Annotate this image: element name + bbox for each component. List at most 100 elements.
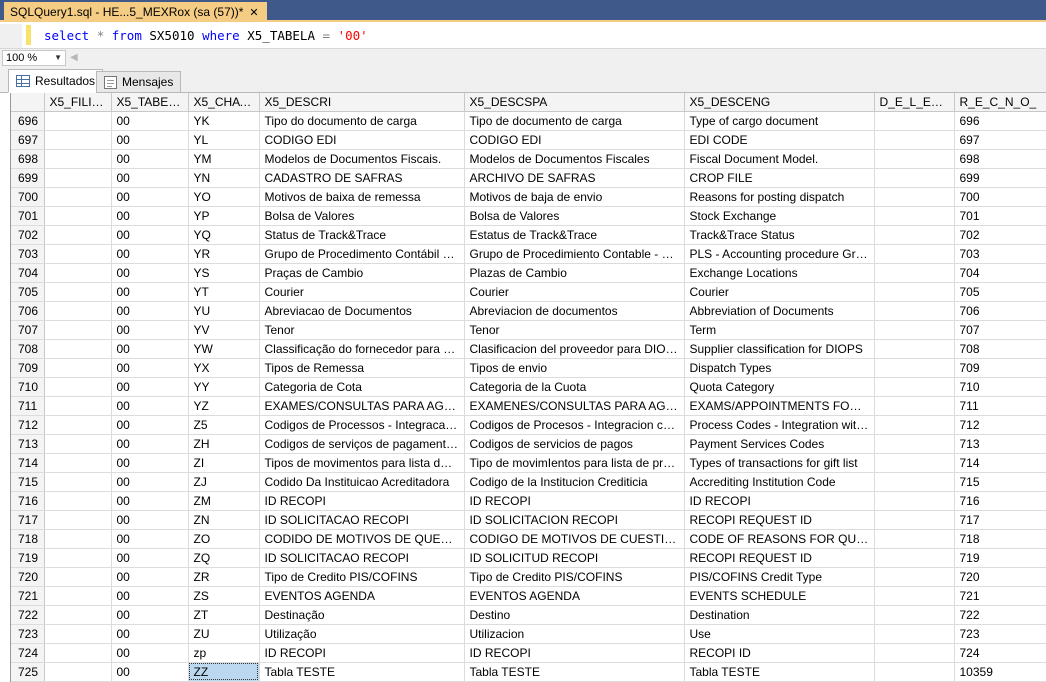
- grid-cell[interactable]: ZQ: [188, 548, 260, 568]
- grid-cell[interactable]: Motivos de baja de envio: [464, 187, 685, 207]
- grid-cell[interactable]: [874, 453, 955, 473]
- grid-cell[interactable]: ID SOLICITACAO RECOPI: [259, 548, 465, 568]
- grid-cell[interactable]: [44, 567, 112, 587]
- table-row[interactable]: 700 00 YO Motivos de baixa de remessa Motivo…: [11, 187, 1046, 207]
- grid-cell[interactable]: 00: [111, 434, 189, 454]
- grid-cell[interactable]: ZU: [188, 624, 260, 644]
- grid-cell[interactable]: [874, 548, 955, 568]
- grid-cell[interactable]: [874, 339, 955, 359]
- grid-cell[interactable]: 722: [954, 605, 1046, 625]
- grid-cell[interactable]: Codigos de servicios de pagos: [464, 434, 685, 454]
- sql-code-line[interactable]: select * from SX5010 where X5_TABELA = '…: [44, 28, 368, 43]
- grid-cell[interactable]: Destino: [464, 605, 685, 625]
- grid-cell[interactable]: YY: [188, 377, 260, 397]
- grid-cell[interactable]: Utilização: [259, 624, 465, 644]
- grid-cell[interactable]: Modelos de Documentos Fiscais.: [259, 149, 465, 169]
- grid-cell[interactable]: [874, 510, 955, 530]
- column-header-x5-descri[interactable]: X5_DESCRI: [259, 93, 465, 112]
- grid-cell[interactable]: 707: [954, 320, 1046, 340]
- grid-cell[interactable]: [874, 415, 955, 435]
- grid-cell[interactable]: 00: [111, 320, 189, 340]
- grid-cell[interactable]: [874, 206, 955, 226]
- grid-cell[interactable]: Tipo de Credito PIS/COFINS: [259, 567, 465, 587]
- grid-cell[interactable]: Courier: [684, 282, 875, 302]
- grid-cell[interactable]: 705: [954, 282, 1046, 302]
- grid-cell[interactable]: YO: [188, 187, 260, 207]
- grid-cell[interactable]: ID RECOPI: [259, 643, 465, 663]
- row-number-cell[interactable]: 715: [11, 472, 45, 492]
- grid-cell[interactable]: Destination: [684, 605, 875, 625]
- grid-cell[interactable]: Process Codes - Integration with Fin...: [684, 415, 875, 435]
- grid-cell[interactable]: CROP FILE: [684, 168, 875, 188]
- grid-cell[interactable]: 718: [954, 529, 1046, 549]
- grid-cell[interactable]: [44, 244, 112, 264]
- grid-cell[interactable]: [44, 491, 112, 511]
- table-row[interactable]: 714 00 ZI Tipos de movimentos para lista de…: [11, 453, 1046, 473]
- grid-cell[interactable]: [44, 472, 112, 492]
- grid-cell[interactable]: Grupo de Procedimento Contábil - PLS: [259, 244, 465, 264]
- grid-cell[interactable]: [44, 225, 112, 245]
- chevron-down-icon[interactable]: ▼: [54, 53, 62, 62]
- grid-cell[interactable]: Tipo de Credito PIS/COFINS: [464, 567, 685, 587]
- grid-cell[interactable]: [44, 453, 112, 473]
- row-number-cell[interactable]: 708: [11, 339, 45, 359]
- table-row[interactable]: 708 00 YW Classificação do fornecedor para …: [11, 339, 1046, 359]
- grid-cell[interactable]: 701: [954, 206, 1046, 226]
- grid-cell[interactable]: 702: [954, 225, 1046, 245]
- table-row[interactable]: 704 00 YS Praças de Cambio Plazas de Cambio E…: [11, 263, 1046, 283]
- grid-cell[interactable]: 00: [111, 548, 189, 568]
- grid-cell[interactable]: [44, 624, 112, 644]
- row-number-cell[interactable]: 696: [11, 111, 45, 131]
- grid-cell[interactable]: [874, 225, 955, 245]
- grid-cell[interactable]: 712: [954, 415, 1046, 435]
- grid-cell[interactable]: CODIGO EDI: [464, 130, 685, 150]
- grid-cell[interactable]: zp: [188, 643, 260, 663]
- grid-cell[interactable]: 719: [954, 548, 1046, 568]
- grid-cell[interactable]: ID SOLICITACION RECOPI: [464, 510, 685, 530]
- table-row[interactable]: 699 00 YN CADASTRO DE SAFRAS ARCHIVO DE SAFR…: [11, 168, 1046, 188]
- grid-cell[interactable]: Modelos de Documentos Fiscales: [464, 149, 685, 169]
- column-header-x5-desceng[interactable]: X5_DESCENG: [684, 93, 875, 112]
- grid-cell[interactable]: RECOPI ID: [684, 643, 875, 663]
- grid-cell[interactable]: ZH: [188, 434, 260, 454]
- grid-cell[interactable]: 703: [954, 244, 1046, 264]
- grid-cell[interactable]: 697: [954, 130, 1046, 150]
- grid-cell[interactable]: YK: [188, 111, 260, 131]
- grid-cell[interactable]: ID SOLICITACAO RECOPI: [259, 510, 465, 530]
- grid-cell[interactable]: 704: [954, 263, 1046, 283]
- grid-cell[interactable]: Quota Category: [684, 377, 875, 397]
- row-number-cell[interactable]: 716: [11, 491, 45, 511]
- grid-cell[interactable]: Track&Trace Status: [684, 225, 875, 245]
- scroll-left-icon[interactable]: ◀: [70, 52, 78, 63]
- grid-cell[interactable]: Abbreviation of Documents: [684, 301, 875, 321]
- grid-cell[interactable]: Bolsa de Valores: [259, 206, 465, 226]
- grid-cell[interactable]: ZJ: [188, 472, 260, 492]
- tab-results[interactable]: Resultados: [8, 69, 104, 93]
- grid-cell[interactable]: [44, 168, 112, 188]
- grid-cell[interactable]: 696: [954, 111, 1046, 131]
- grid-cell[interactable]: 00: [111, 263, 189, 283]
- grid-cell[interactable]: 708: [954, 339, 1046, 359]
- table-row[interactable]: 720 00 ZR Tipo de Credito PIS/COFINS Tipo de…: [11, 567, 1046, 587]
- grid-cell[interactable]: Use: [684, 624, 875, 644]
- grid-cell[interactable]: Abreviacion de documentos: [464, 301, 685, 321]
- grid-cell[interactable]: Classificação do fornecedor para DIO...: [259, 339, 465, 359]
- grid-cell[interactable]: Supplier classification for DIOPS: [684, 339, 875, 359]
- grid-cell[interactable]: YT: [188, 282, 260, 302]
- row-number-cell[interactable]: 719: [11, 548, 45, 568]
- row-number-cell[interactable]: 712: [11, 415, 45, 435]
- grid-cell[interactable]: Destinação: [259, 605, 465, 625]
- row-number-cell[interactable]: 709: [11, 358, 45, 378]
- grid-cell[interactable]: EVENTOS AGENDA: [464, 586, 685, 606]
- grid-cell[interactable]: RECOPI REQUEST ID: [684, 548, 875, 568]
- row-number-cell[interactable]: 722: [11, 605, 45, 625]
- row-number-cell[interactable]: 700: [11, 187, 45, 207]
- grid-cell[interactable]: Codigos de serviços de pagamentos: [259, 434, 465, 454]
- table-row[interactable]: 721 00 ZS EVENTOS AGENDA EVENTOS AGENDA EVENT…: [11, 586, 1046, 606]
- grid-cell[interactable]: Tenor: [259, 320, 465, 340]
- table-row[interactable]: 703 00 YR Grupo de Procedimento Contábil - …: [11, 244, 1046, 264]
- column-header-x5-filial[interactable]: X5_FILIAL: [44, 93, 112, 112]
- row-number-cell[interactable]: 702: [11, 225, 45, 245]
- grid-cell[interactable]: [44, 111, 112, 131]
- grid-cell[interactable]: ZR: [188, 567, 260, 587]
